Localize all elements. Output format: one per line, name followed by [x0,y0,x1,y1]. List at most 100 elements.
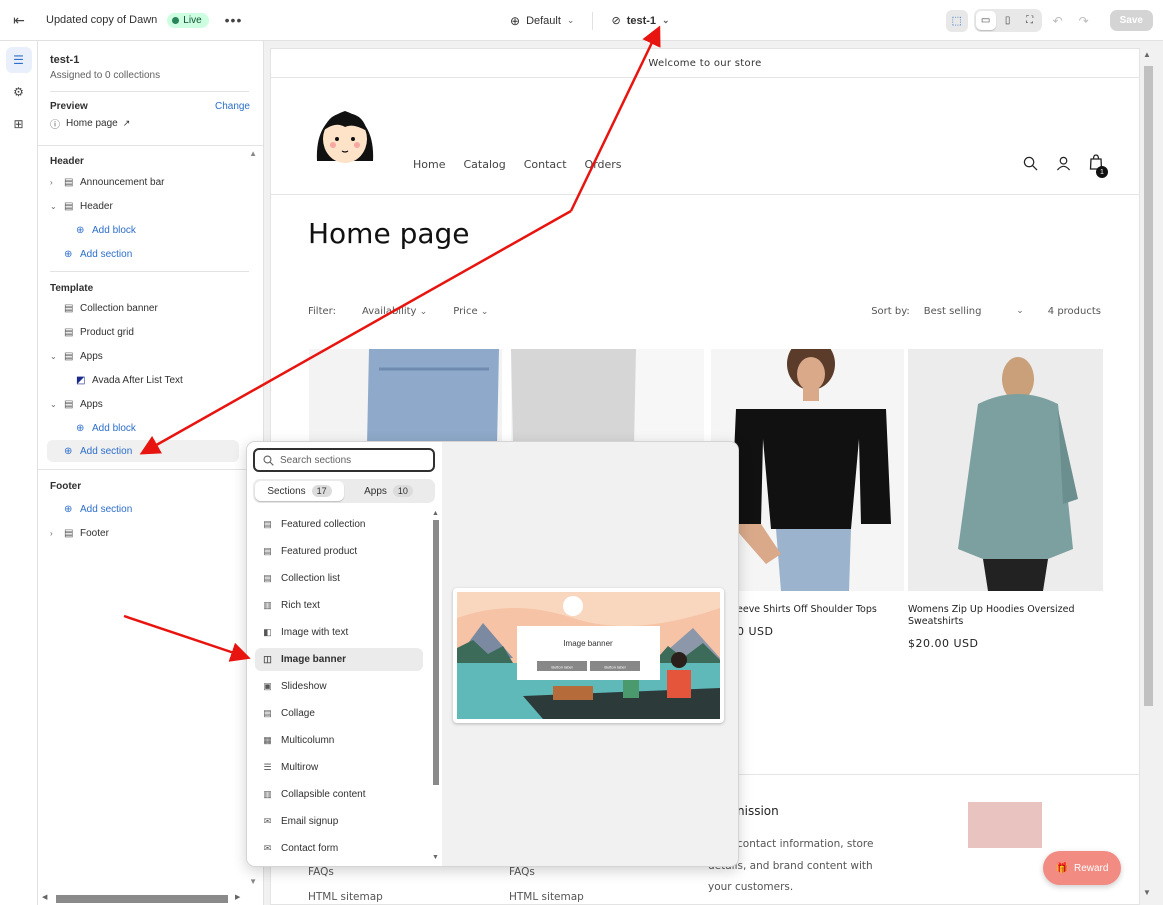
live-badge: Live [167,12,209,28]
tab-sections[interactable]: Sections 17 [255,481,344,501]
footer-text: your customers. [708,881,794,893]
section-option-collapsible-content[interactable]: ▥ Collapsible content [255,783,423,806]
add-block-button[interactable]: ⊕ Add block [50,219,249,241]
nav-catalog[interactable]: Catalog [463,158,505,171]
preview-scrollbar[interactable]: ▲ ▼ [1141,48,1155,905]
product-image-off-shoulder-top[interactable] [711,349,904,591]
nav-home[interactable]: Home [413,158,445,171]
account-icon[interactable] [1056,156,1071,171]
scroll-down-icon[interactable]: ▼ [432,854,439,861]
sidebar-item-footer[interactable]: › ▤ Footer [50,522,249,544]
default-template-dropdown[interactable]: ⊕ Default ⌄ [510,14,574,28]
fullscreen-icon[interactable]: ⛶ [1020,11,1040,30]
tab-apps[interactable]: Apps 10 [344,481,433,501]
section-option-email-signup[interactable]: ✉ Email signup [255,810,423,833]
cart-count-badge: 1 [1096,166,1108,178]
device-switcher: ▭ ▯ ⛶ [973,9,1042,32]
availability-filter[interactable]: Availability ⌄ [362,306,427,317]
section-icon: ▤ [64,527,74,539]
product-name[interactable]: eeve Shirts Off Shoulder Tops [737,604,877,616]
chevron-down-icon: ⌄ [50,351,57,361]
scroll-right-icon[interactable]: ▶ [235,893,240,901]
section-option-label: Image banner [281,654,347,665]
undo-icon[interactable]: ↶ [1048,14,1068,28]
image-banner-preview: Image banner Button label Button label [453,588,724,723]
section-option-multirow[interactable]: ☰ Multirow [255,756,423,779]
footer-link[interactable]: FAQs [509,866,535,878]
section-option-featured-collection[interactable]: ▤ Featured collection [255,513,423,536]
section-list-scrollbar[interactable]: ▲ ▼ [432,510,440,864]
scrollbar-thumb[interactable] [56,895,228,903]
tag-icon: ⊘ [611,15,621,27]
store-logo[interactable] [309,101,381,173]
search-sections-field[interactable]: Search sections [253,448,435,472]
product-image-hoodie[interactable] [908,349,1103,591]
section-option-slideshow[interactable]: ▣ Slideshow [255,675,423,698]
add-section-header-button[interactable]: ⊕ Add section [50,243,249,265]
scroll-up-icon[interactable]: ▲ [1143,50,1151,59]
tab-count-badge: 10 [392,485,413,497]
product-name[interactable]: Womens Zip Up Hoodies Oversized Sweatshi… [908,604,1075,628]
sidebar-item-label: Header [80,200,113,212]
more-actions-button[interactable]: ••• [225,12,243,28]
inspector-icon[interactable]: ⬚ [945,9,968,32]
apps-icon[interactable]: ⊞ [6,111,32,137]
footer-link[interactable]: FAQs [308,866,334,878]
scroll-down-icon[interactable]: ▼ [249,877,257,886]
mobile-icon[interactable]: ▯ [998,11,1018,30]
change-preview-link[interactable]: Change [215,101,250,112]
nav-orders[interactable]: Orders [585,158,622,171]
horizontal-scrollbar[interactable]: ◀ ▶ [42,892,242,904]
sidebar-item-header[interactable]: ⌄ ▤ Header [50,195,249,217]
price-filter[interactable]: Price ⌄ [453,306,488,317]
search-sections-input[interactable]: Search sections [280,455,351,466]
nav-contact[interactable]: Contact [524,158,567,171]
add-block-label: Add block [92,422,136,434]
add-section-footer-button[interactable]: ⊕ Add section [50,498,249,520]
page-selector-dropdown[interactable]: ⊘ test-1 ⌄ [611,14,669,28]
sidebar-item-avada-app[interactable]: ◩ Avada After List Text [50,369,249,391]
section-option-contact-form[interactable]: ✉ Contact form [255,837,423,860]
chevron-down-icon: ⌄ [480,307,489,317]
scrollbar-thumb[interactable] [1144,66,1153,706]
product-name-line: Womens Zip Up Hoodies Oversized [908,604,1075,615]
desktop-icon[interactable]: ▭ [975,11,996,30]
scrollbar-thumb[interactable] [433,520,439,785]
scroll-down-icon[interactable]: ▼ [1143,888,1151,897]
section-option-featured-product[interactable]: ▤ Featured product [255,540,423,563]
sections-icon[interactable]: ☰ [5,47,32,73]
section-option-image-banner[interactable]: ◫ Image banner [255,648,423,671]
section-option-multicolumn[interactable]: ▦ Multicolumn [255,729,423,752]
preview-page-link[interactable]: ⓘ Home page ↗ [50,112,249,134]
save-button[interactable]: Save [1109,10,1153,31]
sidebar-item-collection-banner[interactable]: ▤ Collection banner [50,297,249,319]
settings-gear-icon[interactable]: ⚙ [6,79,32,105]
section-option-collection-list[interactable]: ▤ Collection list [255,567,423,590]
exit-icon[interactable]: ⇤ [0,12,38,29]
add-section-template-button[interactable]: ⊕ Add section [47,440,239,462]
scroll-up-icon[interactable]: ▲ [432,510,439,517]
sidebar-item-apps-2[interactable]: ⌄ ▤ Apps [50,393,249,415]
plus-circle-icon: ⊕ [64,503,73,515]
slideshow-icon: ▣ [263,681,272,691]
footer-link[interactable]: HTML sitemap [509,891,584,903]
sidebar-item-announcement-bar[interactable]: › ▤ Announcement bar [50,171,249,193]
cart-button[interactable]: 1 [1089,154,1108,178]
section-option-collage[interactable]: ▤ Collage [255,702,423,725]
add-block-button[interactable]: ⊕ Add block [50,417,249,439]
redo-icon[interactable]: ↷ [1074,14,1094,28]
sidebar-item-product-grid[interactable]: ▤ Product grid [50,321,249,343]
scroll-left-icon[interactable]: ◀ [42,893,47,901]
footer-link[interactable]: HTML sitemap [308,891,383,903]
section-option-rich-text[interactable]: ▥ Rich text [255,594,423,617]
sort-dropdown[interactable]: Best selling ⌄ [924,306,1024,317]
reward-button[interactable]: 🎁 Reward [1043,851,1121,885]
sidebar-item-apps-1[interactable]: ⌄ ▤ Apps [50,345,249,367]
tab-label: Sections [267,485,306,497]
filter-label: Filter: [308,306,336,317]
search-icon[interactable] [1023,156,1038,171]
layout-icon: ▤ [263,546,272,556]
section-option-image-with-text[interactable]: ◧ Image with text [255,621,423,644]
divider [38,145,263,146]
scroll-up-icon[interactable]: ▲ [249,149,257,158]
